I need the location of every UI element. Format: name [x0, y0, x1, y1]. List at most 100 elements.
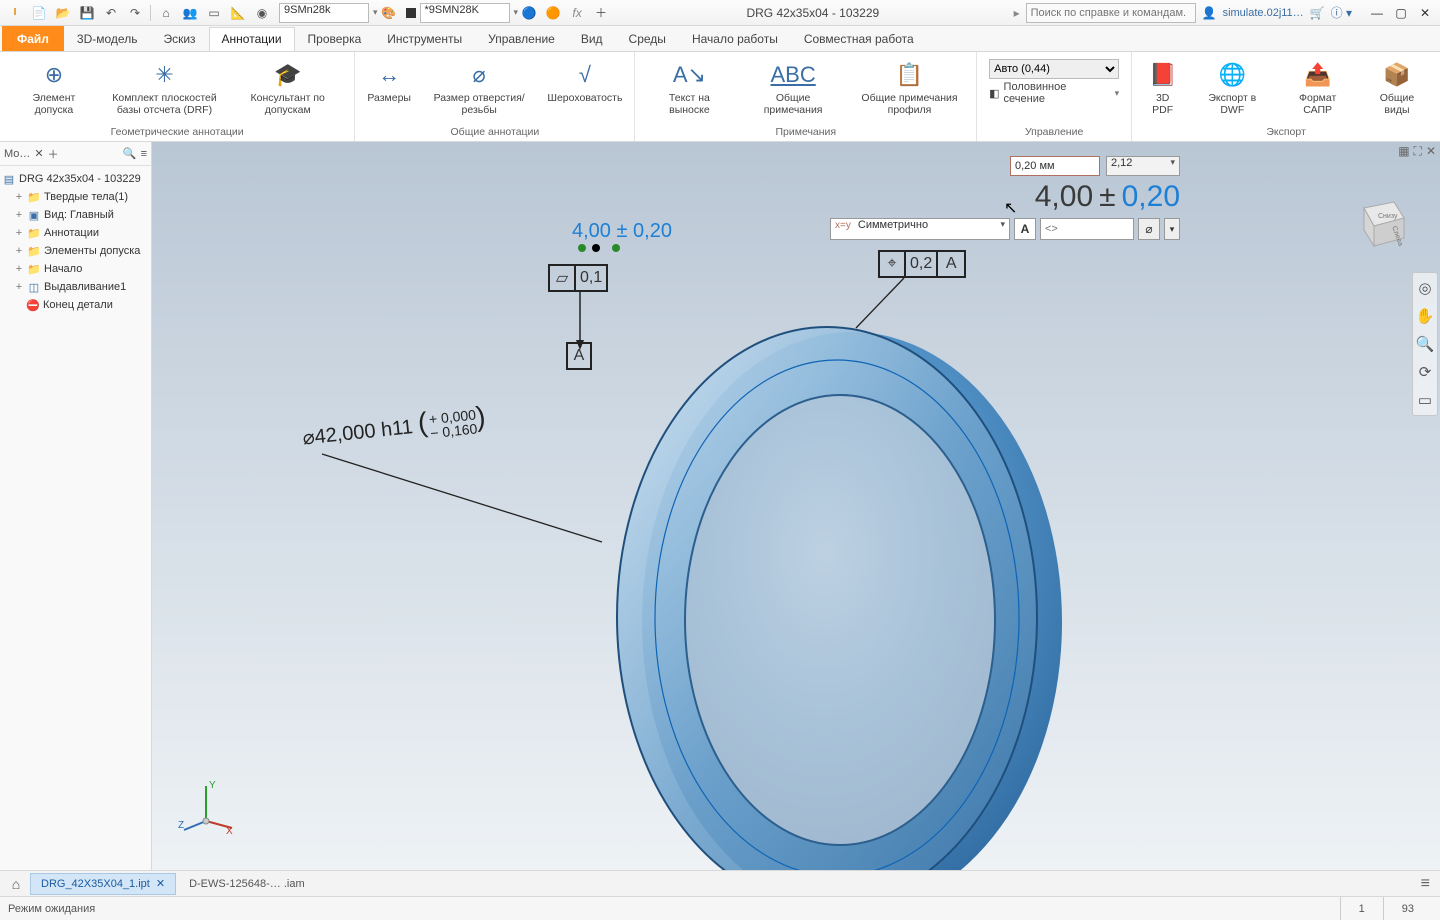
material-combo-2[interactable]: *9SMN28K▾: [406, 3, 519, 23]
home-icon[interactable]: ⌂: [155, 3, 177, 23]
profile-notes-button[interactable]: 📋 Общие примечания профиля: [851, 56, 968, 118]
fcf-position[interactable]: ⌖ 0,2 A: [878, 250, 966, 278]
surface-texture-button[interactable]: √ Шероховатость: [543, 56, 626, 106]
new-icon[interactable]: 📄: [28, 3, 50, 23]
open-icon[interactable]: 📂: [52, 3, 74, 23]
tolerance-value-input[interactable]: [1010, 156, 1100, 176]
appearance-sphere-icon[interactable]: ◉: [251, 3, 273, 23]
tab-close-icon[interactable]: ✕: [156, 877, 165, 890]
tree-node[interactable]: Вид: Главный: [44, 209, 114, 221]
measure-icon[interactable]: 📐: [227, 3, 249, 23]
precision-select[interactable]: 2,12▾: [1106, 156, 1180, 176]
minimize-button[interactable]: —: [1366, 4, 1388, 22]
viewport-tile-icon[interactable]: ▦: [1398, 144, 1409, 159]
nav-pan-icon[interactable]: ✋: [1416, 307, 1435, 325]
tab-sketch[interactable]: Эскиз: [150, 27, 208, 51]
maximize-button[interactable]: ▢: [1390, 4, 1412, 22]
fx-icon[interactable]: fx: [566, 3, 588, 23]
half-section-button[interactable]: ◧ Половинное сечение ▾: [985, 82, 1123, 104]
select-icon[interactable]: ▭: [203, 3, 225, 23]
more-options-button[interactable]: ▾: [1164, 218, 1180, 240]
shared-views-button[interactable]: 📦 Общие виды: [1362, 56, 1432, 118]
tree-node[interactable]: Конец детали: [43, 299, 113, 311]
close-button[interactable]: ✕: [1414, 4, 1436, 22]
tree-node[interactable]: Элементы допуска: [44, 245, 140, 257]
viewport-3d[interactable]: ▦ ⛶ ✕ 2,12▾ 4,00 ± 0,20 x=y Симметрично …: [152, 142, 1440, 870]
navigation-bar: ◎ ✋ 🔍 ⟳ ▭: [1412, 272, 1438, 416]
tab-annotate[interactable]: Аннотации: [209, 27, 295, 51]
tree-node[interactable]: Выдавливание1: [44, 281, 126, 293]
fcf-flatness[interactable]: ▱ 0,1: [548, 264, 608, 292]
diameter-symbol-button[interactable]: ⌀: [1138, 218, 1160, 240]
viewport-max-icon[interactable]: ⛶: [1414, 144, 1422, 159]
leader-text-button[interactable]: A↘ Текст на выноске: [643, 56, 735, 118]
doc-tab-active[interactable]: DRG_42X35X04_1.ipt✕: [30, 873, 176, 895]
tab-collaborate[interactable]: Совместная работа: [791, 27, 927, 51]
export-3dpdf-button[interactable]: 📕 3D PDF: [1140, 56, 1185, 118]
material-combo-1[interactable]: 9SMn28k▾: [279, 3, 378, 23]
view-cube[interactable]: Снизу Слева: [1350, 190, 1410, 250]
help-search-input[interactable]: [1026, 3, 1196, 23]
tolerance-feature-button[interactable]: ⊕ Элемент допуска: [8, 56, 100, 118]
plus-icon[interactable]: ＋: [590, 3, 612, 23]
tab-view[interactable]: Вид: [568, 27, 616, 51]
nav-orbit-icon[interactable]: ⟳: [1419, 363, 1432, 381]
doc-tab-home[interactable]: ⌂: [4, 873, 28, 895]
tab-file[interactable]: Файл: [2, 26, 64, 51]
nav-lookat-icon[interactable]: ▭: [1418, 391, 1432, 409]
tab-tools[interactable]: Инструменты: [374, 27, 475, 51]
redo-icon[interactable]: ↷: [124, 3, 146, 23]
save-icon[interactable]: 💾: [76, 3, 98, 23]
svg-text:Y: Y: [209, 780, 216, 791]
expand-icon[interactable]: +: [14, 209, 24, 221]
expand-icon[interactable]: +: [14, 191, 24, 203]
clear-override-icon[interactable]: 🟠: [542, 3, 564, 23]
tab-inspect[interactable]: Проверка: [295, 27, 375, 51]
undo-icon[interactable]: ↶: [100, 3, 122, 23]
team-icon[interactable]: 👥: [179, 3, 201, 23]
search-expand-icon[interactable]: ▸: [1014, 6, 1020, 20]
datum-a-box[interactable]: A: [566, 342, 592, 370]
user-icon[interactable]: 👤: [1202, 6, 1217, 20]
expand-icon[interactable]: +: [14, 281, 24, 293]
hole-thread-button[interactable]: ⌀ Размер отверстия/резьбы: [421, 56, 537, 118]
doc-tab-other[interactable]: D-EWS-125648-… .iam: [178, 873, 316, 895]
status-mode: Режим ожидания: [8, 903, 95, 915]
tree-node[interactable]: Твердые тела(1): [44, 191, 128, 203]
tab-environments[interactable]: Среды: [616, 27, 679, 51]
drf-button[interactable]: ✳ Комплект плоскостей базы отсчета (DRF): [106, 56, 223, 118]
tolerance-advisor-button[interactable]: 🎓 Консультант по допускам: [229, 56, 346, 118]
doc-tabs-menu-icon[interactable]: ≡: [1415, 875, 1436, 893]
browser-menu-icon[interactable]: ≡: [141, 148, 147, 160]
appearance-override-icon[interactable]: 🔵: [518, 3, 540, 23]
ribbon-group-geometric: ⊕ Элемент допуска ✳ Комплект плоскостей …: [0, 52, 355, 141]
nav-zoom-icon[interactable]: 🔍: [1416, 335, 1435, 353]
browser-close-icon[interactable]: ✕: [34, 147, 43, 160]
nav-wheel-icon[interactable]: ◎: [1418, 279, 1431, 297]
tab-manage[interactable]: Управление: [475, 27, 568, 51]
browser-search-icon[interactable]: 🔍: [123, 147, 137, 160]
dimension-button[interactable]: ↔ Размеры: [363, 56, 415, 106]
expand-icon[interactable]: +: [14, 263, 24, 275]
user-label[interactable]: simulate.02j11…: [1223, 7, 1304, 19]
tree-node[interactable]: Аннотации: [44, 227, 99, 239]
general-notes-button[interactable]: ABC Общие примечания: [741, 56, 845, 118]
expand-icon[interactable]: +: [14, 227, 24, 239]
export-dwf-button[interactable]: 🌐 Экспорт в DWF: [1191, 56, 1273, 118]
dimension-callout-width[interactable]: 4,00 ± 0,20: [572, 220, 672, 243]
app-store-icon[interactable]: 🛒: [1310, 6, 1325, 20]
ribbon-group-general: ↔ Размеры ⌀ Размер отверстия/резьбы √ Ше…: [355, 52, 635, 141]
ring-model[interactable]: [552, 222, 1112, 870]
help-icon[interactable]: ⓘ ▾: [1331, 4, 1352, 21]
tab-get-started[interactable]: Начало работы: [679, 27, 791, 51]
tree-node[interactable]: Начало: [44, 263, 82, 275]
tab-3d-model[interactable]: 3D-модель: [64, 27, 151, 51]
scale-combo[interactable]: Авто (0,44): [985, 58, 1123, 80]
browser-add-icon[interactable]: ＋: [48, 146, 59, 162]
viewport-close-icon[interactable]: ✕: [1426, 144, 1436, 159]
model-tree[interactable]: ▤DRG 42x35x04 - 103229 +📁Твердые тела(1)…: [0, 166, 151, 318]
expand-icon[interactable]: +: [14, 245, 24, 257]
tree-root[interactable]: DRG 42x35x04 - 103229: [19, 173, 141, 185]
export-cad-button[interactable]: 📤 Формат САПР: [1279, 56, 1356, 118]
appearance-palette-icon[interactable]: 🎨: [378, 3, 400, 23]
